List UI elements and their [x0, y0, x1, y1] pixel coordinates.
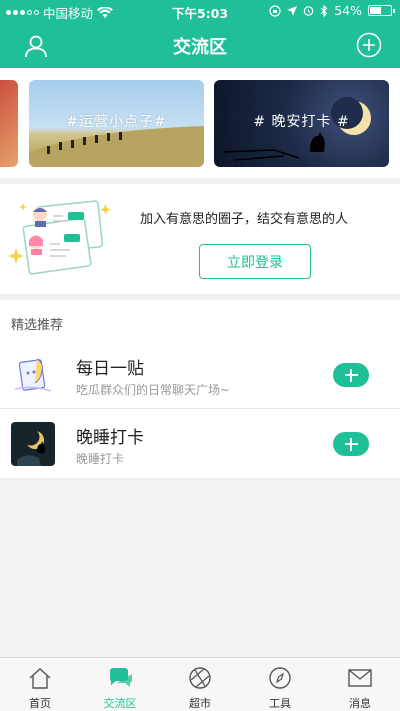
battery-percent: 54% [334, 3, 362, 18]
battery-icon [368, 5, 395, 16]
login-prompt: 加入有意思的圈子，结交有意思的人 立即登录 [0, 184, 400, 294]
plus-circle-icon[interactable] [356, 32, 382, 58]
banner-label: #运营小点子# [66, 114, 167, 130]
compass-icon [269, 667, 291, 689]
login-button[interactable]: 立即登录 [199, 244, 311, 279]
tab-home[interactable]: 首页 [0, 658, 80, 711]
home-icon [29, 668, 51, 689]
location-icon [287, 5, 298, 16]
banner-label: # 晚安打卡 # [253, 114, 350, 130]
tab-label: 工具 [269, 697, 291, 710]
nav-header: 交流区 [0, 22, 400, 68]
night-checkin-icon [11, 422, 55, 466]
daily-post-icon [11, 353, 55, 397]
tab-bar: 首页 交流区 超市 工具 消息 [0, 657, 400, 711]
mail-icon [348, 669, 372, 687]
status-bar: 中国移动 下午5:03 54% [0, 0, 400, 22]
banner-card-partial[interactable] [0, 80, 18, 167]
page-title: 交流区 [173, 37, 227, 58]
tab-label: 消息 [349, 697, 371, 710]
tab-tools[interactable]: 工具 [240, 658, 320, 711]
community-illustration [8, 200, 111, 275]
item-description: 晚睡打卡 [76, 452, 125, 466]
recommended-section: 精选推荐 每日一贴 吃瓜群众们的日常聊天广场~ 晚睡打卡 晚睡打卡 [0, 300, 400, 478]
join-button[interactable] [333, 363, 369, 387]
tab-market[interactable]: 超市 [160, 658, 240, 711]
item-title: 每日一贴 [76, 359, 144, 379]
banner-card[interactable]: # 晚安打卡 # [214, 80, 389, 167]
bluetooth-icon [320, 4, 328, 17]
chat-icon [110, 668, 132, 687]
tab-community[interactable]: 交流区 [80, 658, 160, 711]
join-button[interactable] [333, 432, 369, 456]
tab-label: 交流区 [103, 697, 137, 710]
aperture-icon [189, 667, 211, 689]
status-right: 54% [269, 3, 395, 18]
item-title: 晚睡打卡 [76, 428, 144, 448]
banner-card[interactable]: #运营小点子# [29, 80, 204, 167]
alarm-icon [303, 6, 314, 16]
list-item[interactable]: 晚睡打卡 晚睡打卡 [0, 411, 400, 478]
banner-carousel[interactable]: #运营小点子# # 晚安打卡 # [0, 68, 400, 178]
list-item[interactable]: 每日一贴 吃瓜群众们的日常聊天广场~ [0, 342, 400, 409]
rotation-lock-icon [269, 4, 281, 17]
tab-messages[interactable]: 消息 [320, 658, 400, 711]
login-prompt-text: 加入有意思的圈子，结交有意思的人 [140, 212, 349, 227]
tab-label: 首页 [29, 697, 51, 710]
item-description: 吃瓜群众们的日常聊天广场~ [76, 383, 231, 397]
tab-label: 超市 [189, 697, 211, 710]
section-title: 精选推荐 [11, 318, 64, 333]
